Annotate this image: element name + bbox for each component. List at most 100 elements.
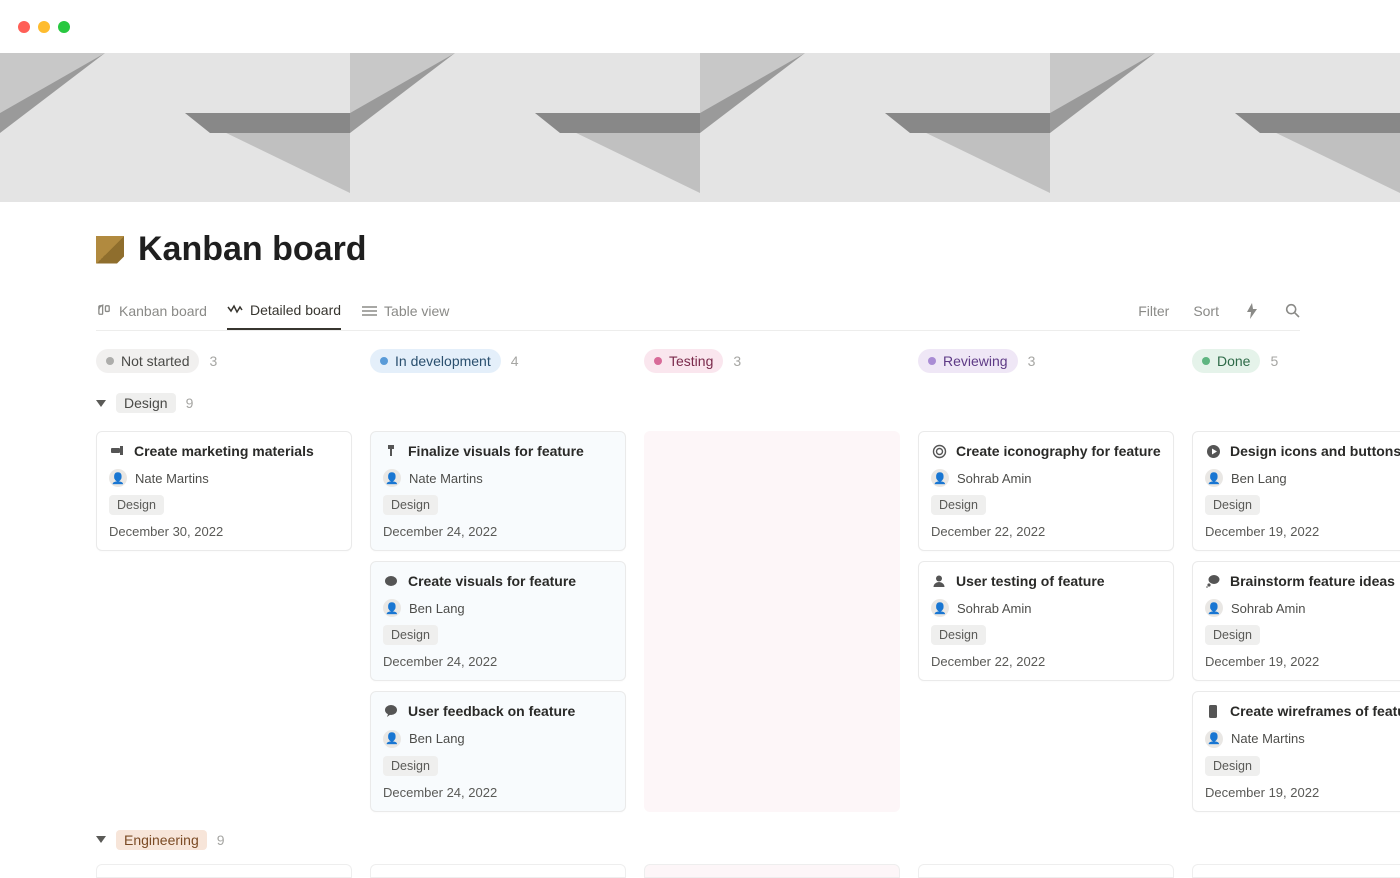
group-count: 9 bbox=[186, 395, 194, 411]
card-title: Finalize visuals for feature bbox=[408, 442, 584, 460]
page-header: Kanban board bbox=[96, 230, 1300, 269]
window-minimize-icon[interactable] bbox=[38, 21, 50, 33]
card-date: December 24, 2022 bbox=[383, 654, 613, 669]
phone-icon bbox=[1205, 703, 1221, 719]
megaphone-icon bbox=[109, 443, 125, 459]
chat-icon bbox=[383, 703, 399, 719]
thought-icon bbox=[1205, 573, 1221, 589]
card-tag: Design bbox=[931, 495, 986, 515]
card-date: December 22, 2022 bbox=[931, 524, 1161, 539]
group-header-design[interactable]: Design 9 bbox=[96, 393, 1300, 413]
card-tag: Design bbox=[109, 495, 164, 515]
empty-column-testing[interactable] bbox=[644, 431, 900, 812]
table-icon bbox=[361, 303, 377, 319]
card-title: Create wireframes of feature bbox=[1230, 702, 1400, 720]
card-date: December 19, 2022 bbox=[1205, 654, 1400, 669]
person-name: Nate Martins bbox=[1231, 731, 1305, 746]
avatar: 👤 bbox=[1205, 599, 1223, 617]
card-tag: Design bbox=[1205, 495, 1260, 515]
card-date: December 22, 2022 bbox=[931, 654, 1161, 669]
filter-button[interactable]: Filter bbox=[1138, 303, 1169, 319]
tab-detailed-board[interactable]: Detailed board bbox=[227, 291, 341, 330]
card[interactable]: Finalize visuals for feature 👤 Nate Marti… bbox=[370, 431, 626, 551]
target-icon bbox=[931, 443, 947, 459]
status-dot-icon bbox=[380, 357, 388, 365]
person-name: Ben Lang bbox=[1231, 471, 1287, 486]
card-tag: Design bbox=[383, 495, 438, 515]
automations-icon[interactable] bbox=[1245, 303, 1259, 319]
avatar: 👤 bbox=[1205, 469, 1223, 487]
card[interactable]: Design icons and buttons 👤Ben Lang Desig… bbox=[1192, 431, 1400, 551]
person-name: Sohrab Amin bbox=[957, 471, 1031, 486]
caret-down-icon bbox=[96, 836, 106, 843]
person-name: Ben Lang bbox=[409, 731, 465, 746]
group-engineering-row bbox=[96, 864, 1300, 878]
card-tag: Design bbox=[1205, 625, 1260, 645]
column-header-testing[interactable]: Testing 3 bbox=[644, 349, 900, 373]
card-date: December 30, 2022 bbox=[109, 524, 339, 539]
column-count: 4 bbox=[511, 353, 519, 369]
group-chip: Engineering bbox=[116, 830, 207, 850]
tab-label: Detailed board bbox=[250, 302, 341, 318]
group-chip: Design bbox=[116, 393, 176, 413]
column-header-in-development[interactable]: In development 4 bbox=[370, 349, 626, 373]
window-fullscreen-icon[interactable] bbox=[58, 21, 70, 33]
avatar: 👤 bbox=[931, 469, 949, 487]
card-date: December 19, 2022 bbox=[1205, 785, 1400, 800]
card-placeholder[interactable] bbox=[918, 864, 1174, 878]
column-header-reviewing[interactable]: Reviewing 3 bbox=[918, 349, 1174, 373]
avatar: 👤 bbox=[383, 469, 401, 487]
page-icon bbox=[96, 236, 124, 264]
window-close-icon[interactable] bbox=[18, 21, 30, 33]
column-count: 3 bbox=[1028, 353, 1036, 369]
card-date: December 24, 2022 bbox=[383, 785, 613, 800]
person-name: Nate Martins bbox=[135, 471, 209, 486]
card-placeholder[interactable] bbox=[370, 864, 626, 878]
palette-icon bbox=[383, 573, 399, 589]
card-title: User testing of feature bbox=[956, 572, 1105, 590]
person-name: Sohrab Amin bbox=[957, 601, 1031, 616]
board-columns: Not started 3 In development 4 Testing 3… bbox=[96, 349, 1300, 387]
caret-down-icon bbox=[96, 400, 106, 407]
board-cards-row: Create marketing materials 👤Nate Martins… bbox=[96, 431, 1300, 812]
person-name: Nate Martins bbox=[409, 471, 483, 486]
column-count: 5 bbox=[1270, 353, 1278, 369]
column-count: 3 bbox=[209, 353, 217, 369]
sort-button[interactable]: Sort bbox=[1193, 303, 1219, 319]
card-title: Brainstorm feature ideas bbox=[1230, 572, 1395, 590]
card[interactable]: User testing of feature 👤 Sohrab Amin Des… bbox=[918, 561, 1174, 681]
card-placeholder[interactable] bbox=[1192, 864, 1400, 878]
card[interactable]: Brainstorm feature ideas 👤 Sohrab Amin De… bbox=[1192, 561, 1400, 681]
group-header-engineering[interactable]: Engineering 9 bbox=[96, 830, 1300, 850]
card-tag: Design bbox=[383, 625, 438, 645]
column-header-done[interactable]: Done 5 bbox=[1192, 349, 1400, 373]
card[interactable]: User feedback on feature 👤Ben Lang Desig… bbox=[370, 691, 626, 811]
cover-image bbox=[0, 53, 1400, 202]
card[interactable]: Create marketing materials 👤Nate Martins… bbox=[96, 431, 352, 551]
card-tag: Design bbox=[931, 625, 986, 645]
avatar: 👤 bbox=[1205, 730, 1223, 748]
person-name: Sohrab Amin bbox=[1231, 601, 1305, 616]
column-count: 3 bbox=[733, 353, 741, 369]
card-placeholder[interactable] bbox=[96, 864, 352, 878]
card-tag: Design bbox=[1205, 756, 1260, 776]
status-dot-icon bbox=[1202, 357, 1210, 365]
status-dot-icon bbox=[106, 357, 114, 365]
card[interactable]: Create iconography for feature 👤 Sohrab A… bbox=[918, 431, 1174, 551]
search-icon[interactable] bbox=[1285, 303, 1300, 318]
card-title: Create visuals for feature bbox=[408, 572, 576, 590]
avatar: 👤 bbox=[383, 599, 401, 617]
card-tag: Design bbox=[383, 756, 438, 776]
avatar: 👤 bbox=[931, 599, 949, 617]
card[interactable]: Create wireframes of feature 👤 Nate Marti… bbox=[1192, 691, 1400, 811]
tab-table-view[interactable]: Table view bbox=[361, 291, 449, 330]
board-icon bbox=[96, 303, 112, 319]
card-placeholder[interactable] bbox=[644, 864, 900, 878]
card-title: Create iconography for feature bbox=[956, 442, 1161, 460]
tab-kanban-board[interactable]: Kanban board bbox=[96, 291, 207, 330]
page-title: Kanban board bbox=[138, 230, 367, 269]
paint-icon bbox=[383, 443, 399, 459]
card[interactable]: Create visuals for feature 👤Ben Lang Des… bbox=[370, 561, 626, 681]
status-dot-icon bbox=[654, 357, 662, 365]
column-header-not-started[interactable]: Not started 3 bbox=[96, 349, 352, 373]
